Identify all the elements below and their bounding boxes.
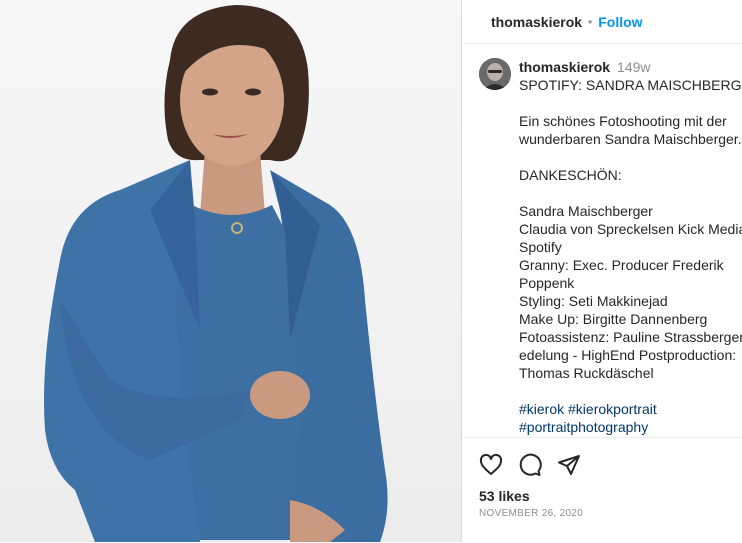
post-time[interactable]: 149w: [617, 59, 650, 75]
caption-line: [519, 382, 742, 400]
portrait-image: [44, 5, 388, 542]
post-date[interactable]: NOVEMBER 26, 2020: [479, 508, 583, 519]
caption-line: Granny: Exec. Producer Frederik: [519, 257, 724, 273]
caption-line: Thomas Ruckdäschel: [519, 365, 654, 381]
action-icons: [479, 453, 581, 477]
post-photo[interactable]: [0, 0, 461, 542]
caption-line: Fotoassistenz: Pauline Strassberger: [519, 329, 742, 345]
post-header: thomaskierok • Follow: [462, 0, 742, 44]
caption-line: [519, 184, 742, 202]
caption-line: [519, 94, 742, 112]
caption-line: Spotify: [519, 239, 562, 255]
comment-icon[interactable]: [518, 453, 542, 477]
caption-line: Make Up: Birgitte Dannenberg: [519, 311, 708, 327]
caption-line: Poppenk: [519, 275, 575, 291]
caption-line: Styling: Seti Makkinejad: [519, 293, 668, 309]
instagram-post: thomaskierok • Follow thomaskierok 149w S…: [0, 0, 742, 542]
caption-area: thomaskierok 149w SPOTIFY: SANDRA MAISCHB…: [462, 44, 742, 437]
caption-line: wunderbaren Sandra Maischberger.: [519, 131, 742, 147]
caption-line: Ein schönes Fotoshooting mit der: [519, 113, 727, 129]
hashtag-line[interactable]: #portraitphotography: [519, 418, 742, 436]
avatar-image: [479, 58, 511, 90]
header-username[interactable]: thomaskierok: [491, 14, 582, 30]
caption-line: SPOTIFY: SANDRA MAISCHBERGER: [519, 77, 742, 93]
caption-line: edelung - HighEnd Postproduction:: [519, 347, 737, 363]
separator-dot: •: [588, 14, 593, 29]
caption-line: DANKESCHÖN:: [519, 167, 622, 183]
likes-count[interactable]: 53 likes: [479, 488, 530, 504]
share-icon[interactable]: [557, 453, 581, 477]
post-sidebar: thomaskierok • Follow thomaskierok 149w S…: [461, 0, 742, 542]
avatar[interactable]: [479, 58, 511, 90]
heart-icon[interactable]: [479, 453, 503, 477]
caption-header: thomaskierok 149w: [519, 59, 651, 75]
hashtag-line[interactable]: #kierok #kierokportrait: [519, 400, 742, 418]
caption-line: Sandra Maischberger: [519, 203, 653, 219]
post-actions: 53 likes NOVEMBER 26, 2020: [462, 437, 742, 543]
caption-username[interactable]: thomaskierok: [519, 59, 610, 75]
caption-line: [519, 148, 742, 166]
caption-text: SPOTIFY: SANDRA MAISCHBERGER Ein schönes…: [519, 76, 742, 436]
follow-button[interactable]: Follow: [598, 14, 642, 30]
caption-line: Claudia von Spreckelsen Kick Media: [519, 221, 742, 237]
